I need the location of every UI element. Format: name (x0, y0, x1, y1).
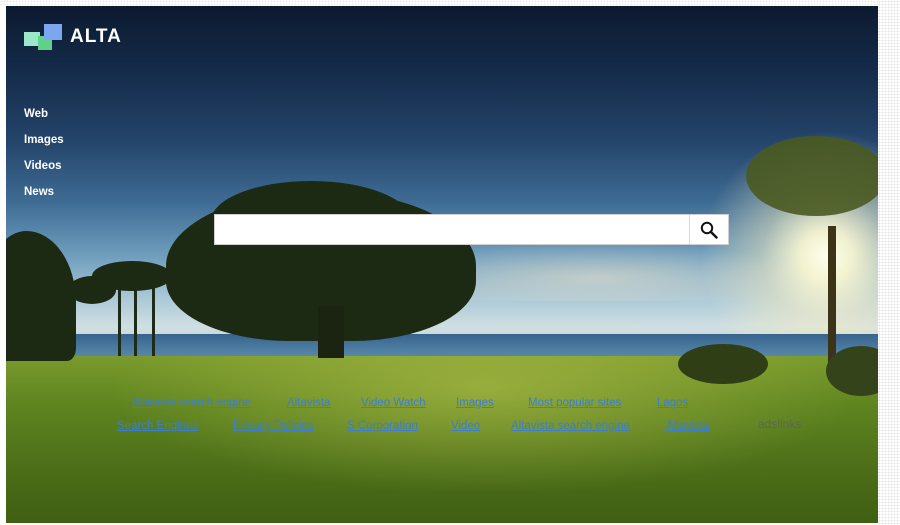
site-logo[interactable]: ALTA (24, 24, 122, 50)
related-link[interactable]: S Corporation (347, 420, 418, 432)
related-links-row: Search Engines Privacy Policies S Corpor… (0, 420, 872, 436)
related-link[interactable]: Video Watch (361, 397, 426, 409)
related-link[interactable]: Altavista (287, 397, 330, 409)
search-input[interactable] (215, 215, 691, 244)
central-tree-trunk (318, 306, 344, 358)
search-type-nav: Web Images Videos News (24, 107, 64, 211)
related-link[interactable]: Privacy Policies (233, 420, 314, 432)
right-tree-trunk (828, 226, 836, 366)
related-link[interactable]: Altavista (666, 420, 709, 432)
related-link[interactable]: Search Engines (117, 420, 198, 432)
logo-text: ALTA (70, 26, 122, 47)
related-link[interactable]: Lagos (657, 397, 688, 409)
page-right-edge (878, 0, 900, 525)
left-tree-foliage (6, 231, 76, 361)
related-link[interactable]: Images (456, 397, 494, 409)
related-link[interactable]: Most popular sites (528, 397, 621, 409)
related-links-row: Altavista search engine Altavista Video … (0, 397, 872, 413)
nav-item-web[interactable]: Web (24, 107, 64, 133)
background-scene (6, 6, 878, 523)
related-link[interactable]: Video (451, 420, 480, 432)
nav-item-news[interactable]: News (24, 185, 64, 211)
grass-field (6, 356, 878, 523)
right-bush (678, 344, 768, 384)
alta-logo-mark-icon (24, 24, 64, 50)
nav-item-images[interactable]: Images (24, 133, 64, 159)
palm-trunk (152, 278, 155, 356)
related-link[interactable]: Altavista search engine (132, 397, 251, 409)
search-bar (214, 214, 729, 245)
adslinks-label[interactable]: adslinks (758, 417, 801, 431)
search-icon (700, 221, 718, 239)
nav-item-videos[interactable]: Videos (24, 159, 64, 185)
palm-fronds (68, 276, 116, 304)
right-tree-foliage (746, 136, 878, 216)
related-link[interactable]: Altavista search engine (511, 420, 630, 432)
search-button[interactable] (689, 215, 728, 244)
